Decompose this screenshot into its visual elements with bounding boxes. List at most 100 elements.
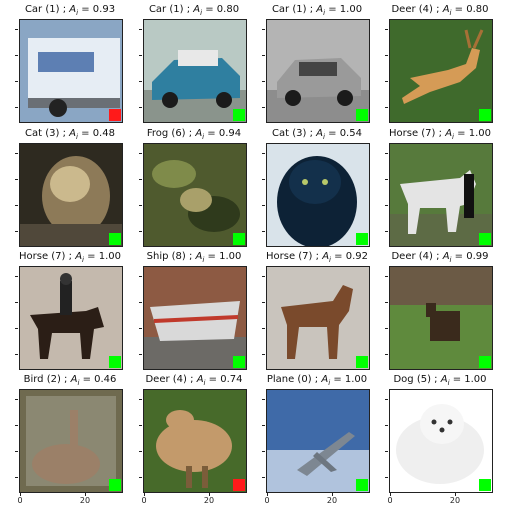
y-tick: [262, 205, 265, 206]
class-label: Deer (4): [391, 251, 433, 262]
score-value: 1.00: [98, 251, 121, 262]
y-tick: [262, 451, 265, 452]
score-value: 0.93: [92, 4, 116, 15]
y-tick: [15, 107, 18, 108]
cell-title: Frog (6) ; Ai = 0.94: [146, 128, 242, 141]
image-frame: [19, 389, 123, 493]
score-value: 1.00: [219, 251, 242, 262]
image-cell: [19, 143, 123, 247]
white-dog-image: [390, 390, 492, 492]
class-label: Plane (0): [266, 374, 312, 385]
class-label: Horse (7): [18, 251, 66, 262]
score-value: 0.99: [466, 251, 489, 262]
x-tick-label: 0: [264, 496, 270, 505]
cell-title: Car (1) ; Ai = 0.80: [148, 4, 240, 17]
class-label: Horse (7): [388, 128, 436, 139]
y-tick: [385, 328, 388, 329]
y-tick: [139, 81, 142, 82]
image-cell: [143, 266, 247, 370]
y-tick: [139, 179, 142, 180]
class-label: Ship (8): [146, 251, 186, 262]
y-tick: [15, 231, 18, 232]
class-label: Deer (4): [391, 4, 433, 15]
class-label: Car (1): [24, 4, 60, 15]
class-label: Frog (6): [146, 128, 186, 139]
image-frame: [143, 266, 247, 370]
y-tick: [139, 107, 142, 108]
y-tick: [15, 425, 18, 426]
image-frame: [143, 19, 247, 123]
cell-title: Cat (3) ; Ai = 0.48: [25, 128, 115, 141]
correct-flag: [479, 356, 491, 368]
x-tick-label: 20: [326, 496, 338, 505]
cell-title: Ship (8) ; Ai = 1.00: [146, 251, 242, 264]
image-cell: [143, 143, 247, 247]
score-value: 1.00: [464, 374, 487, 385]
class-label: Car (1): [271, 4, 307, 15]
y-tick: [262, 231, 265, 232]
y-tick: [262, 328, 265, 329]
image-frame: [266, 389, 370, 493]
y-tick: [385, 354, 388, 355]
score-value: 0.54: [339, 128, 362, 139]
correct-flag: [109, 233, 121, 245]
image-cell: [389, 19, 493, 123]
image-cell: [266, 143, 370, 247]
y-tick: [139, 425, 142, 426]
image-frame: [19, 19, 123, 123]
y-tick: [15, 55, 18, 56]
y-tick: [385, 425, 388, 426]
incorrect-flag: [233, 479, 245, 491]
white-horse-image: [390, 144, 492, 246]
y-tick: [385, 231, 388, 232]
y-tick: [139, 328, 142, 329]
y-tick: [139, 477, 142, 478]
image-frame: [266, 19, 370, 123]
correct-flag: [356, 356, 368, 368]
y-tick: [262, 477, 265, 478]
y-tick: [139, 451, 142, 452]
brown-horse-image: [267, 267, 369, 369]
image-frame: [389, 266, 493, 370]
black-cat-image: [267, 144, 369, 246]
correct-flag: [356, 109, 368, 121]
y-tick: [139, 399, 142, 400]
y-tick: [15, 302, 18, 303]
image-cell: [19, 19, 123, 123]
y-tick: [15, 451, 18, 452]
cell-title: Horse (7) ; Ai = 1.00: [18, 251, 121, 264]
correct-flag: [109, 356, 121, 368]
x-tick-label: 20: [203, 496, 215, 505]
cell-title: Car (1) ; Ai = 1.00: [271, 4, 363, 17]
y-tick: [385, 55, 388, 56]
silver-car-image: [267, 20, 369, 122]
y-tick: [262, 153, 265, 154]
cell-title: Cat (3) ; Ai = 0.54: [272, 128, 362, 141]
y-tick: [139, 29, 142, 30]
y-tick: [139, 55, 142, 56]
y-tick: [15, 29, 18, 30]
correct-flag: [479, 233, 491, 245]
score-value: 0.74: [220, 374, 243, 385]
image-cell: [143, 389, 247, 493]
image-frame: [389, 143, 493, 247]
ostrich-image: [144, 390, 246, 492]
y-tick: [262, 55, 265, 56]
correct-flag: [233, 109, 245, 121]
y-tick: [139, 231, 142, 232]
y-tick: [262, 179, 265, 180]
correct-flag: [356, 479, 368, 491]
truck-image: [20, 20, 122, 122]
score-value: 0.92: [345, 251, 368, 262]
x-tick-label: 0: [141, 496, 147, 505]
score-value: 0.80: [216, 4, 240, 15]
cell-title: Deer (4) ; Ai = 0.80: [391, 4, 489, 17]
y-tick: [385, 29, 388, 30]
class-label: Horse (7): [265, 251, 313, 262]
y-tick: [385, 107, 388, 108]
x-tick-label: 20: [449, 496, 461, 505]
image-cell: [266, 266, 370, 370]
x-tick-label: 0: [17, 496, 23, 505]
incorrect-flag: [109, 109, 121, 121]
y-tick: [15, 276, 18, 277]
